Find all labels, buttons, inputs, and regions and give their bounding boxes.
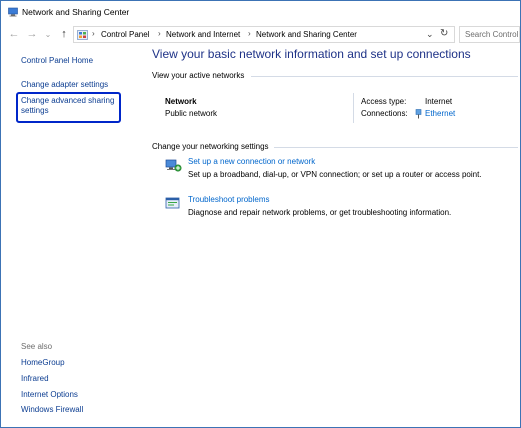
sidebar: Control Panel Home Change adapter settin… bbox=[1, 45, 141, 427]
page-heading: View your basic network information and … bbox=[152, 47, 471, 61]
address-dropdown-icon[interactable]: ⌄ bbox=[426, 29, 434, 40]
breadcrumb-network-and-internet[interactable]: Network and Internet bbox=[166, 30, 240, 39]
setup-connection-link[interactable]: Set up a new connection or network bbox=[188, 157, 315, 166]
sidebar-link-control-panel-home[interactable]: Control Panel Home bbox=[21, 56, 93, 66]
breadcrumb-network-and-sharing-center[interactable]: Network and Sharing Center bbox=[256, 30, 357, 39]
see-also-label: See also bbox=[21, 342, 53, 351]
refresh-icon[interactable]: ↻ bbox=[440, 28, 448, 39]
troubleshoot-icon bbox=[165, 197, 180, 209]
network-setup-icon bbox=[165, 159, 182, 172]
sidebar-link-change-adapter-settings[interactable]: Change adapter settings bbox=[21, 80, 108, 90]
troubleshoot-link[interactable]: Troubleshoot problems bbox=[188, 195, 270, 204]
network-name: Network bbox=[165, 97, 197, 106]
setup-connection-description: Set up a broadband, dial-up, or VPN conn… bbox=[188, 170, 482, 179]
section-divider bbox=[274, 147, 518, 148]
connections-label: Connections: bbox=[361, 109, 408, 118]
search-input[interactable]: Search Control Panel bbox=[459, 26, 521, 43]
forward-arrow-icon[interactable]: → bbox=[25, 27, 39, 41]
recent-dropdown-icon[interactable]: ⌄ bbox=[41, 27, 55, 41]
breadcrumb-separator-icon: › bbox=[248, 29, 251, 38]
breadcrumb-separator-icon: › bbox=[158, 29, 161, 38]
network-center-icon bbox=[8, 7, 18, 17]
window: Network and Sharing Center ← → ⌄ ↑ › Con… bbox=[0, 0, 521, 428]
see-also-windows-firewall[interactable]: Windows Firewall bbox=[21, 405, 83, 415]
breadcrumb-control-panel[interactable]: Control Panel bbox=[101, 30, 149, 39]
change-settings-label: Change your networking settings bbox=[152, 142, 269, 151]
sidebar-link-change-advanced-sharing-settings[interactable]: Change advanced sharing settings bbox=[21, 96, 121, 116]
up-arrow-icon[interactable]: ↑ bbox=[57, 27, 71, 41]
access-type-value: Internet bbox=[425, 97, 453, 106]
search-placeholder: Search Control Panel bbox=[465, 30, 521, 39]
network-category[interactable]: Public network bbox=[165, 109, 217, 118]
active-networks-label: View your active networks bbox=[152, 71, 245, 80]
connections-ethernet-link[interactable]: Ethernet bbox=[425, 109, 455, 118]
see-also-homegroup[interactable]: HomeGroup bbox=[21, 358, 65, 368]
title-bar: Network and Sharing Center bbox=[1, 1, 520, 23]
see-also-infrared[interactable]: Infrared bbox=[21, 374, 49, 384]
troubleshoot-description: Diagnose and repair network problems, or… bbox=[188, 208, 452, 217]
ethernet-icon bbox=[415, 109, 422, 119]
window-title: Network and Sharing Center bbox=[22, 7, 130, 17]
control-panel-icon bbox=[77, 30, 88, 40]
back-arrow-icon[interactable]: ← bbox=[7, 27, 21, 41]
breadcrumb-separator-icon: › bbox=[92, 29, 95, 38]
address-bar: ← → ⌄ ↑ › Control Panel › Network and In… bbox=[1, 24, 521, 44]
address-field[interactable]: › Control Panel › Network and Internet ›… bbox=[73, 26, 455, 43]
see-also-internet-options[interactable]: Internet Options bbox=[21, 390, 78, 400]
access-type-label: Access type: bbox=[361, 97, 407, 106]
section-divider bbox=[251, 76, 518, 77]
vertical-divider bbox=[353, 93, 354, 123]
